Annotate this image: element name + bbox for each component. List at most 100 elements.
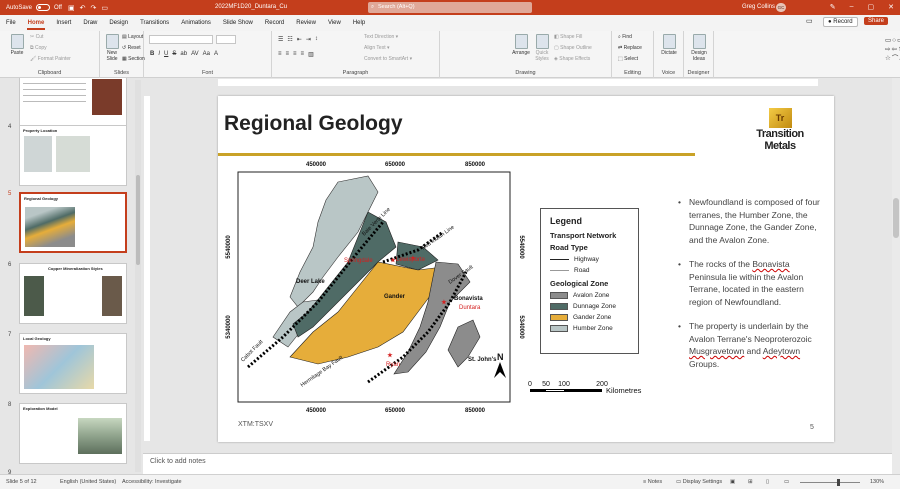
- slideshow-icon[interactable]: ▭: [784, 479, 789, 485]
- find-button[interactable]: ⌕ Find: [618, 34, 632, 40]
- share-button[interactable]: Share: [864, 17, 889, 25]
- slide-sorter-icon[interactable]: ⊞: [748, 479, 753, 485]
- font-name-box[interactable]: [149, 35, 213, 44]
- slide-thumbnail-4[interactable]: Property Location: [19, 125, 127, 186]
- language-status[interactable]: English (United States): [60, 479, 116, 485]
- shapes-gallery[interactable]: ▭○▭△⎯↘↗⇨⇦⇧◇⬡◠{☆⌒⌓∿}⬭▢: [885, 36, 900, 63]
- shape-outline-button[interactable]: ▢ Shape Outline: [554, 45, 592, 51]
- slide-title[interactable]: Regional Geology: [224, 112, 403, 136]
- notes-pane[interactable]: Click to add notes: [143, 453, 892, 474]
- tab-insert[interactable]: Insert: [50, 15, 77, 31]
- reading-view-icon[interactable]: ▯: [766, 479, 769, 485]
- convert-smartart-button[interactable]: Convert to SmartArt ▾: [364, 56, 412, 62]
- select-button[interactable]: ⬚ Select: [618, 56, 638, 62]
- thumbnail-scrollbar[interactable]: [135, 80, 141, 472]
- display-settings[interactable]: ▭ Display Settings: [676, 479, 722, 485]
- tab-record[interactable]: Record: [259, 15, 290, 31]
- avatar[interactable]: GC: [776, 3, 786, 12]
- zoom-slider[interactable]: [800, 482, 860, 483]
- tab-file[interactable]: File: [0, 15, 22, 31]
- cut-button[interactable]: ✂ Cut: [30, 34, 43, 40]
- slide-thumbnail-7[interactable]: Local Geology: [19, 333, 127, 394]
- clipboard-group-label: Clipboard: [37, 70, 62, 76]
- section-button[interactable]: ▦ Section: [122, 56, 145, 62]
- thumb-diagram: [78, 418, 122, 454]
- designer-group: Design Ideas Designer: [684, 31, 714, 78]
- place-label: Bonavista: [454, 296, 483, 302]
- tab-home[interactable]: Home: [22, 15, 51, 31]
- justify-icon[interactable]: ≡: [301, 51, 305, 58]
- zoom-level[interactable]: 130%: [870, 479, 884, 485]
- slide-thumbnail-5[interactable]: Regional Geology: [19, 192, 127, 253]
- autosave-toggle[interactable]: [36, 4, 51, 11]
- format-painter-button[interactable]: 🖌 Format Painter: [30, 56, 71, 62]
- font-color-button[interactable]: A: [214, 51, 218, 57]
- numbering-icon[interactable]: ☷: [287, 36, 292, 43]
- line-spacing-icon[interactable]: ↕: [315, 36, 318, 43]
- quick-styles-button[interactable]: Quick Styles: [533, 34, 551, 62]
- save-icon[interactable]: ▣: [68, 4, 75, 12]
- accessibility-status[interactable]: Accessibility: Investigate: [122, 479, 182, 485]
- font-size-box[interactable]: [216, 35, 236, 44]
- scale-bar-segment: [546, 390, 564, 391]
- align-left-icon[interactable]: ≡: [278, 51, 282, 58]
- tab-animations[interactable]: Animations: [175, 15, 217, 31]
- copy-button[interactable]: ⧉ Copy: [30, 45, 47, 51]
- maximize-icon[interactable]: ▢: [868, 3, 875, 11]
- tab-design[interactable]: Design: [103, 15, 134, 31]
- shape-fill-button[interactable]: ◧ Shape Fill: [554, 34, 582, 40]
- main-scrollbar[interactable]: [892, 78, 900, 474]
- new-slide-button[interactable]: New Slide: [103, 34, 121, 62]
- legend-label: Avalon Zone: [573, 292, 610, 299]
- text-direction-button[interactable]: Text Direction ▾: [364, 34, 398, 40]
- comment-icon[interactable]: ▭: [806, 17, 813, 25]
- align-right-icon[interactable]: ≡: [293, 51, 297, 58]
- scrollbar-thumb[interactable]: [893, 198, 899, 238]
- italic-button[interactable]: I: [158, 51, 160, 57]
- shape-outline-label: Shape Outline: [560, 45, 592, 51]
- present-icon[interactable]: ▭: [101, 4, 108, 12]
- replace-button[interactable]: ⇄ Replace: [618, 45, 642, 51]
- shadow-button[interactable]: ab: [180, 51, 187, 57]
- layout-button[interactable]: ▤ Layout: [122, 34, 143, 40]
- pen-icon[interactable]: ✎: [830, 3, 836, 11]
- strikethrough-button[interactable]: S: [172, 51, 176, 57]
- reset-button[interactable]: ↺ Reset: [122, 45, 141, 51]
- tab-help[interactable]: Help: [347, 15, 371, 31]
- underline-button[interactable]: U: [164, 51, 168, 57]
- tab-transitions[interactable]: Transitions: [134, 15, 175, 31]
- dictate-button[interactable]: Dictate: [658, 34, 680, 56]
- notes-toggle[interactable]: ≡ Notes: [643, 479, 662, 485]
- slide-thumbnail-8[interactable]: Exploration Model: [19, 403, 127, 464]
- tab-draw[interactable]: Draw: [77, 15, 103, 31]
- zoom-slider-thumb[interactable]: [837, 479, 840, 486]
- design-ideas-button[interactable]: Design Ideas: [687, 34, 711, 62]
- indent-icon[interactable]: ⇤: [297, 36, 302, 43]
- columns-icon[interactable]: ▥: [308, 51, 314, 58]
- tab-review[interactable]: Review: [290, 15, 322, 31]
- spacing-button[interactable]: AV: [191, 51, 199, 57]
- normal-view-icon[interactable]: ▣: [730, 479, 735, 485]
- bullets-icon[interactable]: ☰: [278, 36, 283, 43]
- close-icon[interactable]: ✕: [888, 3, 894, 11]
- redo-icon[interactable]: ↷: [90, 4, 96, 12]
- minimize-icon[interactable]: –: [850, 3, 854, 11]
- bullet-list[interactable]: Newfoundland is composed of four terrane…: [678, 196, 828, 382]
- scrollbar-thumb[interactable]: [136, 175, 140, 265]
- arrange-button[interactable]: Arrange: [511, 34, 531, 56]
- shape-effects-button[interactable]: ◈ Shape Effects: [554, 56, 590, 62]
- align-center-icon[interactable]: ≡: [286, 51, 290, 58]
- bold-button[interactable]: B: [150, 51, 154, 57]
- case-button[interactable]: Aa: [203, 51, 210, 57]
- align-text-button[interactable]: Align Text ▾: [364, 45, 390, 51]
- user-name[interactable]: Greg Collins: [742, 4, 775, 10]
- paste-button[interactable]: Paste: [6, 34, 28, 56]
- slide-thumbnail-6[interactable]: Copper Mineralization Styles: [19, 263, 127, 324]
- outdent-icon[interactable]: ⇥: [306, 36, 311, 43]
- undo-icon[interactable]: ↶: [80, 4, 86, 12]
- slide-canvas[interactable]: Regional Geology Tr Transition Metals ★ …: [218, 96, 834, 442]
- tab-view[interactable]: View: [322, 15, 347, 31]
- search-box[interactable]: ⌕ Search (Alt+Q): [368, 2, 532, 13]
- record-button[interactable]: ● Record: [823, 17, 858, 27]
- tab-slide-show[interactable]: Slide Show: [217, 15, 259, 31]
